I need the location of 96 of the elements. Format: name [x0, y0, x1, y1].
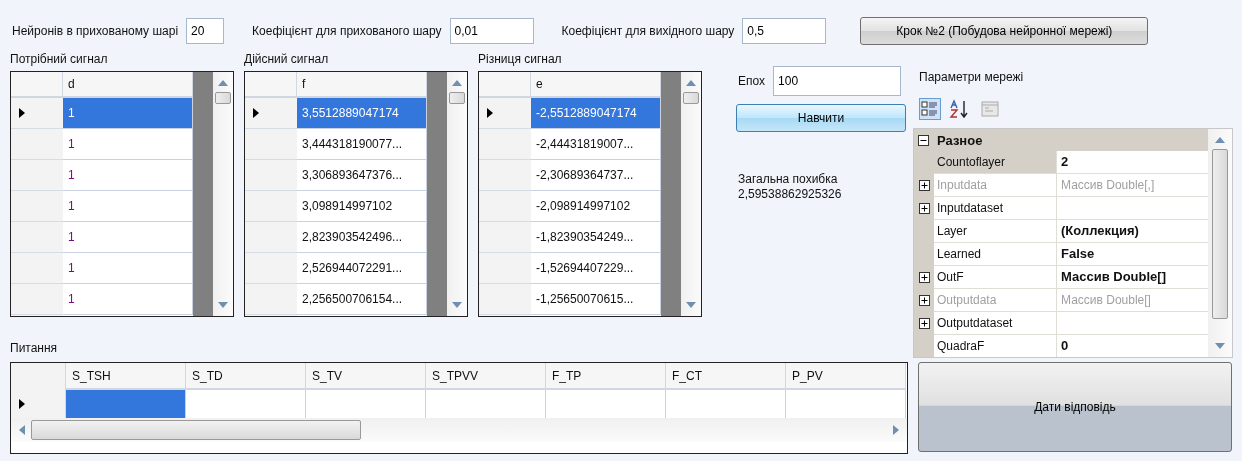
table-cell[interactable]: 3,098914997102 — [297, 191, 427, 222]
table-cell[interactable]: 1 — [63, 284, 193, 315]
table-cell[interactable]: 2,526944072291... — [297, 253, 427, 284]
property-name[interactable]: Countoflayer — [934, 151, 1057, 174]
table-cell[interactable]: -1,25650070615... — [531, 284, 661, 315]
table-cell[interactable]: 2,256500706154... — [297, 284, 427, 315]
property-value[interactable]: Массив Double[] — [1057, 266, 1208, 289]
scroll-down-icon[interactable] — [218, 302, 228, 308]
column-header[interactable]: F_CT — [666, 363, 786, 390]
collapse-icon[interactable] — [918, 134, 929, 146]
property-value[interactable]: 0 — [1057, 335, 1208, 357]
table-cell[interactable]: 1 — [63, 253, 193, 284]
table-cell[interactable]: 3,444318190077... — [297, 129, 427, 160]
table-cell[interactable]: 1 — [63, 191, 193, 222]
expand-icon[interactable] — [918, 318, 930, 329]
grid-title: Дійсний сигнал — [244, 52, 330, 66]
scroll-up-icon[interactable] — [686, 80, 696, 86]
table-cell[interactable]: 2,823903542496... — [297, 222, 427, 253]
scroll-down-icon[interactable] — [452, 302, 462, 308]
expand-icon[interactable] — [918, 272, 930, 283]
column-header[interactable]: S_TV — [306, 363, 426, 390]
property-name[interactable]: OutF — [934, 266, 1057, 289]
column-header[interactable]: P_PV — [786, 363, 906, 390]
column-header[interactable]: S_TSH — [66, 363, 186, 390]
property-value[interactable]: False — [1057, 243, 1208, 266]
setting-field[interactable]: 0,01 — [449, 18, 534, 44]
column-header[interactable]: e — [531, 72, 661, 98]
column-header[interactable]: f — [297, 72, 427, 98]
setting-field[interactable]: 0,5 — [742, 18, 827, 44]
row-header[interactable] — [11, 390, 66, 418]
horizontal-scrollbar[interactable] — [11, 418, 907, 442]
scroll-up-icon[interactable] — [1215, 137, 1225, 143]
table-cell[interactable] — [66, 390, 186, 418]
category-label[interactable]: Разное — [937, 132, 983, 148]
vertical-scrollbar[interactable] — [1208, 129, 1232, 357]
current-row-icon — [487, 108, 493, 118]
scroll-thumb[interactable] — [215, 92, 231, 104]
column-header[interactable]: S_TPVV — [426, 363, 546, 390]
property-pages-icon[interactable] — [979, 98, 1001, 120]
table-cell[interactable]: -2,30689364737... — [531, 160, 661, 191]
scroll-up-icon[interactable] — [218, 80, 228, 86]
build-network-button[interactable]: Крок №2 (Побудова нейронної мережі) — [860, 17, 1149, 45]
section-title: Питання — [10, 341, 59, 355]
error-value: 2,59538862925326 — [738, 187, 843, 202]
property-name[interactable]: Inputdataset — [934, 197, 1057, 220]
properties-title: Параметри мережі — [918, 70, 1025, 84]
scroll-left-icon[interactable] — [19, 425, 25, 435]
property-name[interactable]: Layer — [934, 220, 1057, 243]
current-row-icon — [19, 399, 25, 409]
scroll-down-icon[interactable] — [686, 302, 696, 308]
error-label: Загальна похибка — [738, 172, 839, 187]
vertical-scrollbar[interactable] — [681, 72, 701, 316]
grid-title: Потрібний сигнал — [10, 52, 109, 66]
scroll-up-icon[interactable] — [452, 80, 462, 86]
answer-button[interactable]: Дати відповідь — [918, 362, 1232, 452]
table-cell[interactable]: 1 — [63, 222, 193, 253]
table-cell[interactable]: -1,82390354249... — [531, 222, 661, 253]
current-row-icon — [19, 108, 25, 118]
scroll-thumb[interactable] — [1212, 149, 1228, 319]
table-cell[interactable]: 3,306893647376... — [297, 160, 427, 191]
scroll-thumb[interactable] — [683, 92, 699, 104]
scroll-thumb[interactable] — [449, 92, 465, 104]
property-value[interactable]: (Коллекция) — [1057, 220, 1208, 243]
expand-icon[interactable] — [918, 203, 930, 214]
table-cell[interactable]: 1 — [63, 98, 193, 129]
setting-label: Коефіцієнт для вихідного шару — [561, 24, 735, 38]
scroll-thumb[interactable] — [31, 420, 361, 440]
train-button[interactable]: Навчити — [736, 104, 906, 132]
table-cell[interactable]: -2,44431819007... — [531, 129, 661, 160]
column-header[interactable]: S_TD — [186, 363, 306, 390]
property-value[interactable] — [1057, 197, 1208, 220]
grid-title: Різниця сигнал — [478, 52, 563, 66]
property-name[interactable]: Outputdataset — [934, 312, 1057, 335]
table-cell[interactable]: -1,52694407229... — [531, 253, 661, 284]
setting-field[interactable]: 20 — [186, 18, 225, 44]
setting-label: Нейронів в прихованому шарі — [12, 24, 179, 38]
column-header[interactable]: F_TP — [546, 363, 666, 390]
table-cell[interactable]: 3,5512889047174 — [297, 98, 427, 129]
table-cell[interactable]: -2,098914997102 — [531, 191, 661, 222]
table-cell[interactable]: 1 — [63, 129, 193, 160]
vertical-scrollbar[interactable] — [213, 72, 233, 316]
epochs-label: Епох — [738, 74, 766, 88]
column-header[interactable]: d — [63, 72, 193, 98]
categorized-view-icon[interactable] — [919, 98, 941, 120]
scroll-down-icon[interactable] — [1215, 343, 1225, 349]
epochs-field[interactable]: 100 — [773, 66, 902, 96]
current-row-icon — [253, 108, 259, 118]
property-name[interactable]: Learned — [934, 243, 1057, 266]
property-name[interactable]: QuadraF — [934, 335, 1057, 357]
table-cell[interactable]: 1 — [63, 160, 193, 191]
property-value[interactable] — [1057, 312, 1208, 335]
setting-label: Коефіцієнт для прихованого шару — [252, 24, 442, 38]
scroll-right-icon[interactable] — [893, 425, 899, 435]
property-value[interactable]: 2 — [1057, 151, 1208, 174]
table-cell[interactable]: -2,5512889047174 — [531, 98, 661, 129]
vertical-scrollbar[interactable] — [447, 72, 467, 316]
